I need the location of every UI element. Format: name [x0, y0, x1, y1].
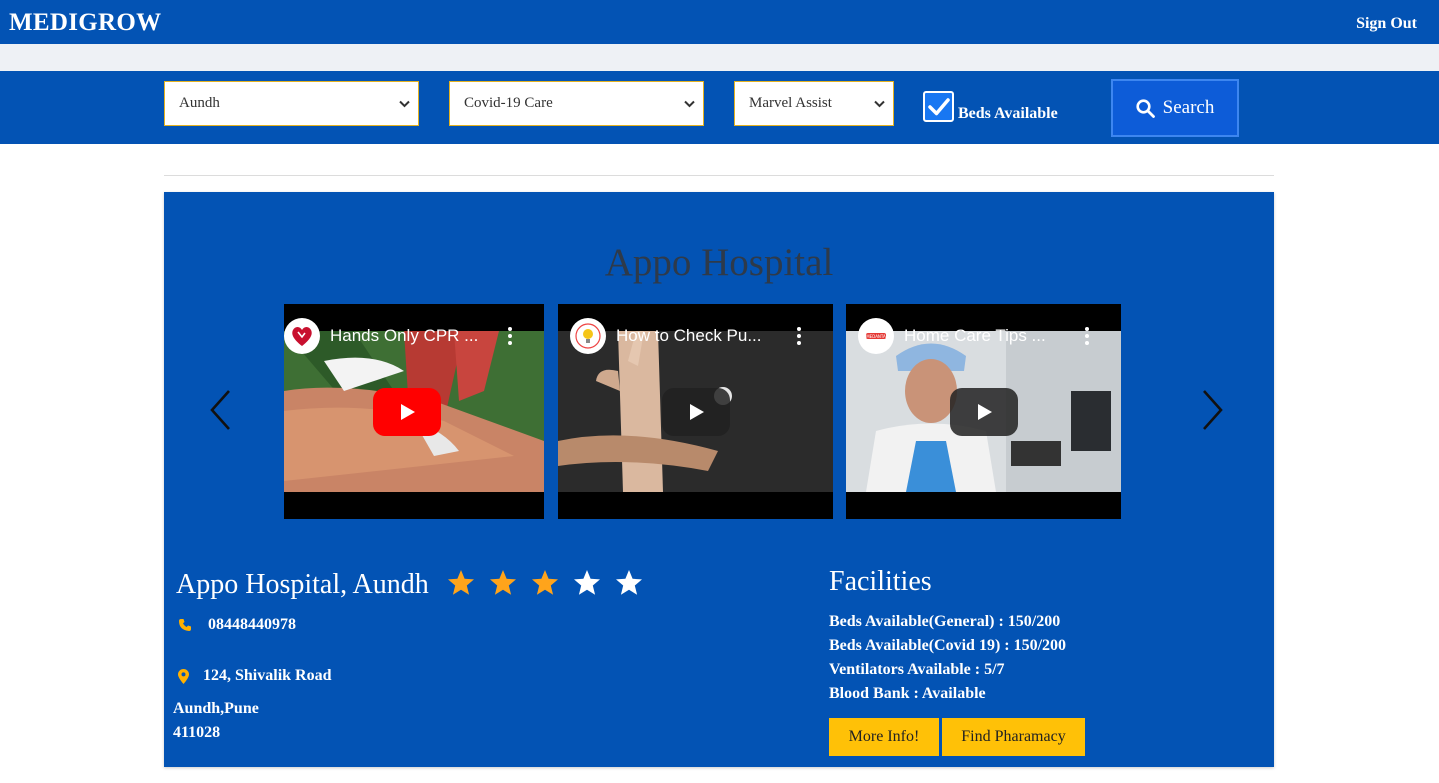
address-row: 124, Shivalik Road [178, 667, 331, 685]
facility-item: Blood Bank : Available [829, 685, 986, 702]
bulb-logo-icon [570, 318, 606, 354]
facility-item: Beds Available(General) : 150/200 [829, 613, 1061, 630]
beds-available-label[interactable]: Beds Available [958, 105, 1058, 123]
more-vertical-icon[interactable] [500, 327, 520, 345]
heart-logo-icon [284, 318, 320, 354]
assist-select-value: Marvel Assist [749, 95, 832, 111]
more-vertical-icon[interactable] [789, 327, 809, 345]
location-select[interactable]: Aundh [164, 81, 419, 126]
carousel-next-button[interactable] [1197, 388, 1227, 432]
video-title: How to Check Pu... [616, 326, 762, 345]
address-line: 124, Shivalik Road [203, 667, 332, 684]
phone-number[interactable]: 08448440978 [208, 616, 296, 634]
play-button-icon[interactable] [662, 388, 730, 436]
video-embed-home-care[interactable]: MEDANTA Home Care Tips ... [846, 304, 1121, 519]
video-header: MEDANTA Home Care Tips ... [846, 316, 1121, 356]
video-header: How to Check Pu... [558, 316, 833, 356]
facilities-heading: Facilities [829, 566, 932, 597]
beds-available-checkbox[interactable] [923, 91, 954, 122]
care-type-select-value: Covid-19 Care [464, 95, 553, 111]
hospital-card: Appo Hospital Hands Only CPR ... How to … [164, 192, 1274, 767]
star-empty-icon [616, 570, 642, 595]
chevron-right-icon [1203, 390, 1223, 430]
chevron-down-icon [399, 82, 410, 125]
star-filled-icon [532, 570, 558, 595]
carousel-prev-button[interactable] [206, 388, 236, 432]
beds-available-filter: Beds Available [923, 91, 1058, 122]
address-city: Aundh,Pune [173, 700, 259, 717]
card-title: Appo Hospital [604, 241, 834, 284]
video-embed-cpr[interactable]: Hands Only CPR ... [284, 304, 544, 519]
checkmark-icon [927, 97, 950, 115]
star-filled-icon [448, 570, 474, 595]
svg-text:MEDANTA: MEDANTA [866, 334, 886, 339]
section-divider [164, 175, 1274, 176]
phone-icon [179, 619, 191, 631]
more-info-button[interactable]: More Info! [829, 718, 939, 756]
chevron-down-icon [684, 82, 695, 125]
sign-out-link[interactable]: Sign Out [1356, 15, 1417, 33]
star-filled-icon [490, 570, 516, 595]
search-button[interactable]: Search [1111, 79, 1239, 137]
top-navbar: MEDIGROW Sign Out [0, 0, 1439, 44]
find-pharmacy-button[interactable]: Find Pharamacy [942, 718, 1085, 756]
assist-select[interactable]: Marvel Assist [734, 81, 894, 126]
brand-logo[interactable]: MEDIGROW [9, 9, 161, 37]
video-title: Home Care Tips ... [904, 326, 1046, 345]
video-title: Hands Only CPR ... [330, 326, 479, 345]
play-button-icon[interactable] [950, 388, 1018, 436]
hospital-logo-icon: MEDANTA [858, 318, 894, 354]
search-icon [1136, 98, 1155, 118]
facilities-list: Beds Available(General) : 150/200 Beds A… [829, 610, 1066, 706]
star-rating [447, 569, 643, 597]
spacer-band [0, 44, 1439, 71]
location-select-value: Aundh [179, 95, 220, 111]
play-button-icon[interactable] [373, 388, 441, 436]
facility-item: Beds Available(Covid 19) : 150/200 [829, 637, 1067, 654]
search-filter-bar: Aundh Covid-19 Care Marvel Assist Beds A… [0, 71, 1439, 144]
video-header: Hands Only CPR ... [284, 316, 544, 356]
chevron-left-icon [210, 390, 230, 430]
more-vertical-icon[interactable] [1077, 327, 1097, 345]
address-pincode: 411028 [173, 724, 221, 741]
video-embed-pulse[interactable]: How to Check Pu... [558, 304, 833, 519]
star-empty-icon [574, 570, 600, 595]
phone-row: 08448440978 [178, 616, 296, 634]
chevron-down-icon [874, 82, 885, 125]
hospital-name: Appo Hospital, Aundh [176, 569, 429, 600]
care-type-select[interactable]: Covid-19 Care [449, 81, 704, 126]
facility-item: Ventilators Available : 5/7 [829, 661, 1005, 678]
search-button-label: Search [1162, 97, 1215, 118]
map-pin-icon [178, 668, 189, 684]
